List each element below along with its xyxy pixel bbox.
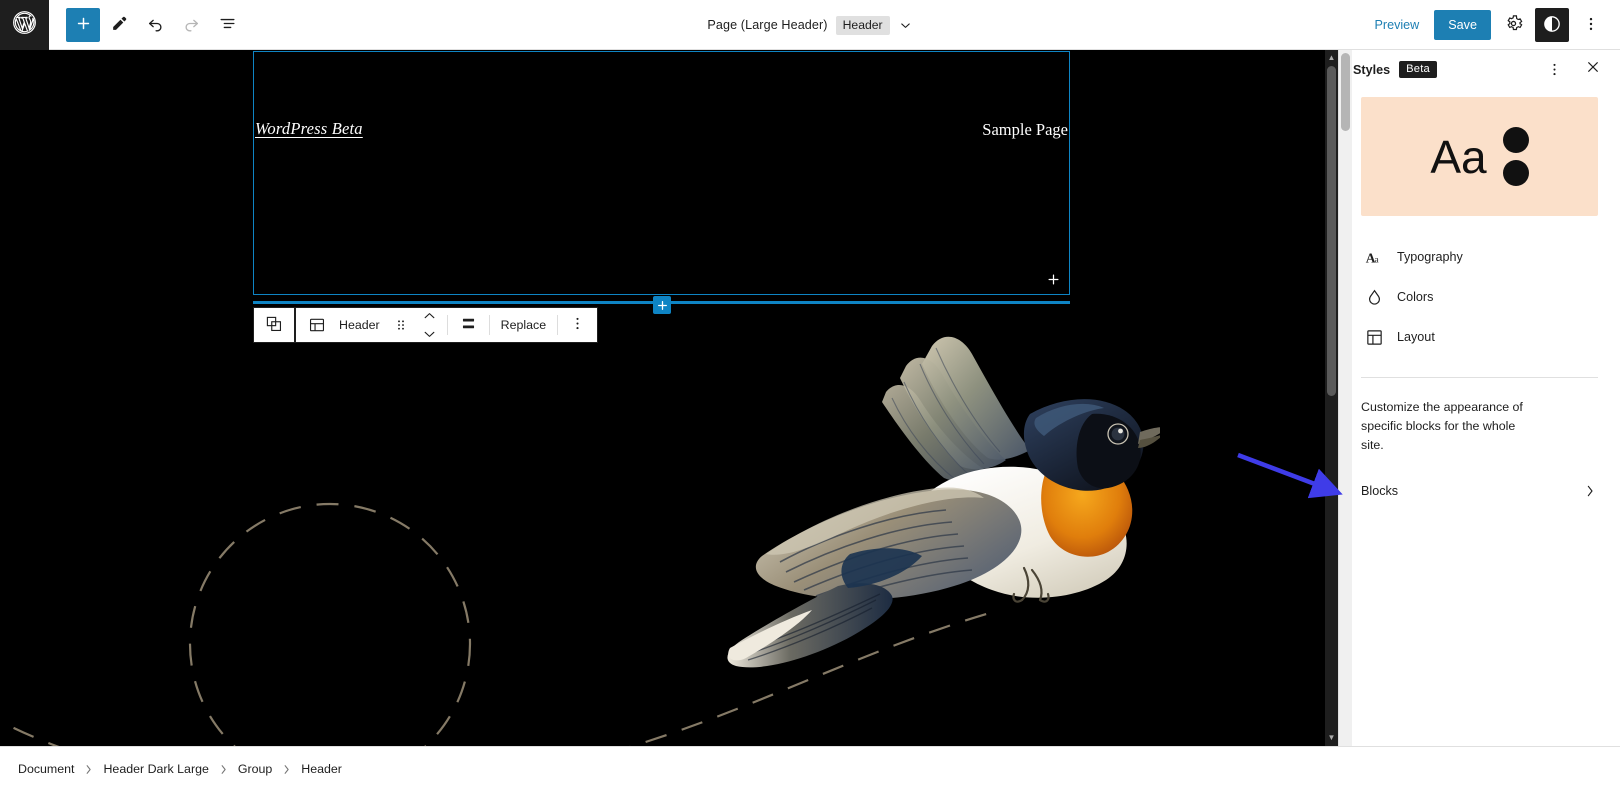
styles-menu-label: Layout bbox=[1397, 330, 1435, 344]
save-button[interactable]: Save bbox=[1434, 10, 1491, 40]
gear-icon bbox=[1504, 14, 1523, 36]
top-bar-left-tools bbox=[49, 7, 244, 42]
block-options-button[interactable] bbox=[558, 308, 597, 342]
layout-grid-icon bbox=[1363, 328, 1385, 347]
block-type-group[interactable]: Header bbox=[296, 308, 447, 342]
close-styles-panel-button[interactable] bbox=[1578, 55, 1608, 85]
canvas-scrollbar[interactable]: ▲ ▼ bbox=[1325, 50, 1338, 746]
wordpress-logo-button[interactable] bbox=[0, 0, 49, 50]
styles-panel-title: Styles bbox=[1353, 62, 1391, 77]
add-block-button[interactable] bbox=[66, 7, 100, 42]
style-preview-sample-text: Aa bbox=[1430, 130, 1487, 183]
svg-text:a: a bbox=[1374, 255, 1379, 265]
block-inserter-button[interactable] bbox=[653, 296, 671, 314]
more-options-button[interactable] bbox=[1574, 8, 1608, 42]
styles-panel-header: Styles Beta bbox=[1339, 50, 1620, 89]
styles-menu-list: A a Typography Colors Layout bbox=[1361, 233, 1598, 357]
contrast-half-circle-icon bbox=[1542, 14, 1562, 37]
wordpress-logo-icon bbox=[12, 10, 37, 40]
chevron-right-icon bbox=[82, 763, 95, 776]
style-preview-card[interactable]: Aa bbox=[1361, 97, 1598, 216]
breadcrumb: Document Header Dark Large Group Header bbox=[0, 746, 1620, 791]
styles-menu-label: Colors bbox=[1397, 290, 1434, 304]
color-dot bbox=[1502, 127, 1529, 153]
typography-aa-icon: A a bbox=[1363, 248, 1385, 267]
blocks-row-label: Blocks bbox=[1361, 483, 1399, 498]
preview-button[interactable]: Preview bbox=[1364, 12, 1429, 38]
styles-menu-item-typography[interactable]: A a Typography bbox=[1361, 237, 1598, 277]
editor-top-bar: Page (Large Header) Header Preview Save bbox=[0, 0, 1620, 50]
pencil-icon bbox=[110, 14, 129, 36]
breadcrumb-item-header-dark-large[interactable]: Header Dark Large bbox=[103, 762, 208, 776]
sidebar-scrollbar-thumb[interactable] bbox=[1341, 53, 1350, 131]
caret-up-icon[interactable]: ▲ bbox=[1327, 52, 1336, 64]
caret-down-icon[interactable]: ▼ bbox=[1327, 732, 1336, 744]
block-type-label: Header bbox=[339, 318, 380, 332]
document-chevron-down-icon[interactable] bbox=[898, 18, 913, 33]
edit-mode-button[interactable] bbox=[102, 8, 136, 42]
styles-sidebar: Styles Beta Aa A a Typography Colors Lay… bbox=[1338, 50, 1620, 746]
select-parent-block-button[interactable] bbox=[254, 308, 294, 342]
chevron-right-icon bbox=[1582, 483, 1598, 499]
beta-badge: Beta bbox=[1399, 61, 1437, 78]
color-dot bbox=[1502, 160, 1529, 186]
select-parent-block-icon bbox=[265, 315, 283, 336]
nav-link-sample-page[interactable]: Sample Page bbox=[982, 120, 1068, 140]
chevron-up-icon[interactable] bbox=[422, 307, 437, 325]
template-badge: Header bbox=[835, 15, 890, 35]
chevron-down-icon[interactable] bbox=[422, 326, 437, 344]
undo-button[interactable] bbox=[138, 8, 172, 42]
styles-panel-body: Aa A a Typography Colors Layout bbox=[1339, 89, 1620, 357]
site-title-link[interactable]: WordPress Beta bbox=[255, 119, 363, 139]
blocks-navigation-row[interactable]: Blocks bbox=[1339, 470, 1620, 512]
drag-dots-icon[interactable] bbox=[387, 317, 415, 333]
chevron-right-icon bbox=[280, 763, 293, 776]
color-droplet-icon bbox=[1363, 288, 1385, 307]
header-template-part-icon bbox=[302, 316, 332, 334]
more-vertical-icon bbox=[1582, 15, 1600, 36]
styles-menu-item-colors[interactable]: Colors bbox=[1361, 277, 1598, 317]
redo-arrow-icon bbox=[182, 14, 201, 36]
chevron-right-icon bbox=[217, 763, 230, 776]
styles-toggle-button[interactable] bbox=[1535, 8, 1569, 42]
top-bar-right-tools: Preview Save bbox=[1364, 0, 1608, 50]
more-vertical-icon bbox=[569, 315, 586, 335]
replace-button[interactable]: Replace bbox=[490, 308, 557, 342]
style-preview-color-dots bbox=[1502, 127, 1529, 186]
sidebar-scrollbar[interactable] bbox=[1339, 50, 1352, 746]
breadcrumb-item-document[interactable]: Document bbox=[18, 762, 74, 776]
wordpress-site-editor: Page (Large Header) Header Preview Save bbox=[0, 0, 1620, 791]
list-view-icon bbox=[218, 14, 237, 36]
list-view-button[interactable] bbox=[210, 8, 244, 42]
styles-more-options-button[interactable] bbox=[1539, 55, 1569, 85]
blocks-section-description: Customize the appearance of specific blo… bbox=[1361, 400, 1523, 453]
plus-icon bbox=[75, 15, 92, 35]
header-template-part-block[interactable]: WordPress Beta Sample Page bbox=[253, 51, 1070, 295]
close-x-icon bbox=[1585, 59, 1601, 80]
page-title: Page (Large Header) bbox=[707, 18, 828, 32]
block-appender-plus-icon[interactable] bbox=[1043, 269, 1063, 289]
block-toolbar: Header Replace bbox=[253, 307, 599, 343]
breadcrumb-item-group[interactable]: Group bbox=[238, 762, 272, 776]
canvas-scrollbar-thumb[interactable] bbox=[1327, 66, 1336, 396]
breadcrumb-item-header[interactable]: Header bbox=[301, 762, 342, 776]
styles-menu-label: Typography bbox=[1397, 250, 1463, 264]
styles-menu-item-layout[interactable]: Layout bbox=[1361, 317, 1598, 357]
bird-illustration bbox=[727, 336, 1160, 668]
undo-arrow-icon bbox=[146, 14, 165, 36]
align-vertical-center-icon bbox=[459, 314, 478, 336]
align-button[interactable] bbox=[448, 308, 489, 342]
redo-button[interactable] bbox=[174, 8, 208, 42]
settings-button[interactable] bbox=[1496, 8, 1530, 42]
move-block-buttons[interactable] bbox=[418, 307, 441, 344]
editor-canvas[interactable]: WordPress Beta Sample Page Header Replac… bbox=[0, 50, 1338, 746]
